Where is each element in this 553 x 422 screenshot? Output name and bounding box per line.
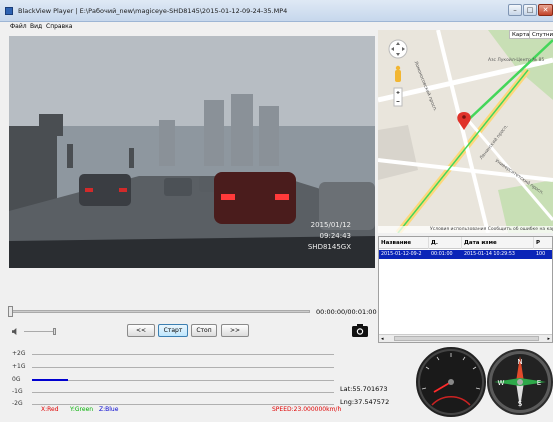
z-series-line	[32, 379, 68, 381]
grid-line-plus1g	[32, 367, 334, 368]
scroll-thumb[interactable]	[394, 336, 539, 341]
seek-bar[interactable]	[10, 310, 310, 313]
table-header: Название Д. Дата изме Р	[379, 237, 552, 249]
gauge-panel: N S W E	[410, 345, 553, 420]
stop-button[interactable]: Стоп	[191, 324, 217, 337]
svg-text:E: E	[537, 379, 541, 387]
scroll-right-icon[interactable]: ▸	[547, 336, 550, 342]
horizontal-scrollbar[interactable]: ◂ ▸	[379, 334, 552, 342]
grid-line-minus2g	[32, 404, 334, 405]
column-duration[interactable]: Д.	[429, 237, 462, 249]
grid-line-minus1g	[32, 392, 334, 393]
axis-label-minus1g: -1G	[12, 388, 23, 395]
osd-date: 2015/01/12	[310, 221, 351, 229]
volume-handle[interactable]	[53, 328, 56, 335]
minimize-button[interactable]: –	[508, 4, 522, 16]
prev-button[interactable]: <<	[127, 324, 155, 337]
map-label-poi: Азс Лукойл-Центр № 85	[488, 58, 545, 63]
app-window: BlackView Player | E:\Рабочий_new\magice…	[0, 0, 553, 420]
axis-label-0g: 0G	[12, 376, 21, 383]
map-footer[interactable]: Условия использования Сообщить об ошибке…	[378, 226, 553, 233]
file-table: Название Д. Дата изме Р 2015-01-12-09-2 …	[378, 236, 553, 343]
app-icon	[5, 7, 13, 15]
speed-readout: SPEED:23.000000km/h	[272, 406, 342, 413]
axis-label-plus2g: +2G	[12, 350, 26, 357]
scroll-left-icon[interactable]: ◂	[381, 336, 384, 342]
column-size[interactable]: Р	[534, 237, 552, 249]
title-bar: BlackView Player | E:\Рабочий_new\magice…	[0, 0, 553, 22]
svg-text:N: N	[517, 358, 522, 366]
gsensor-graph: +2G +1G 0G -1G -2G X:Red Y:Green Z:Blue …	[0, 345, 410, 420]
close-button[interactable]: ✕	[538, 4, 553, 16]
seek-handle[interactable]	[8, 306, 13, 317]
start-button[interactable]: Старт	[158, 324, 188, 337]
volume-icon[interactable]	[12, 328, 19, 335]
axis-label-minus2g: -2G	[12, 400, 23, 407]
longitude-readout: Lng:37.547572	[340, 398, 390, 406]
video-frame[interactable]: 2015/01/12 09:24:43 SHD8145GX	[9, 36, 375, 268]
svg-text:S: S	[518, 400, 523, 408]
menu-file[interactable]: Файл	[10, 22, 27, 31]
next-button[interactable]: >>	[221, 324, 249, 337]
osd-device: SHD8145GX	[307, 243, 351, 251]
grid-line-0g	[32, 380, 334, 381]
latitude-readout: Lat:55.701673	[340, 385, 388, 393]
legend-x: X:Red	[41, 406, 59, 413]
map-panel[interactable]: Карта Спутник Азс Лукойл-Центр № 85 Унив…	[378, 30, 553, 233]
map-tab-satellite[interactable]: Спутник	[529, 30, 553, 39]
menu-view[interactable]: Вид	[30, 22, 42, 31]
camera-icon[interactable]	[352, 323, 368, 337]
legend-z: Z:Blue	[99, 406, 119, 413]
speedometer-gauge	[416, 347, 486, 417]
cell-size: 100	[536, 252, 546, 257]
cell-duration: 00:01:00	[431, 252, 453, 257]
volume-slider[interactable]	[24, 331, 56, 332]
table-row[interactable]: 2015-01-12-09-2 00:01:00 2015-01-14 10:2…	[379, 250, 552, 259]
legend-y: Y:Green	[70, 406, 94, 413]
osd-time: 09:24:43	[319, 232, 351, 240]
compass-icon: N S W E	[487, 349, 553, 415]
maximize-button[interactable]: □	[523, 4, 537, 16]
menu-help[interactable]: Справка	[46, 22, 72, 31]
gauges-svg: N S W E	[416, 347, 553, 417]
cell-name: 2015-01-12-09-2	[381, 252, 422, 257]
column-modified[interactable]: Дата изме	[462, 237, 534, 249]
cell-modified: 2015-01-14 10:29:53	[464, 252, 515, 257]
column-name[interactable]: Название	[379, 237, 429, 249]
axis-label-plus1g: +1G	[12, 363, 26, 370]
window-title: BlackView Player | E:\Рабочий_new\magice…	[18, 7, 288, 15]
grid-line-plus2g	[32, 354, 334, 355]
playback-controls: 00:00:00/00:01:00 << Старт Стоп >>	[0, 268, 378, 345]
playback-time: 00:00:00/00:01:00	[316, 308, 377, 316]
svg-text:W: W	[498, 379, 505, 387]
